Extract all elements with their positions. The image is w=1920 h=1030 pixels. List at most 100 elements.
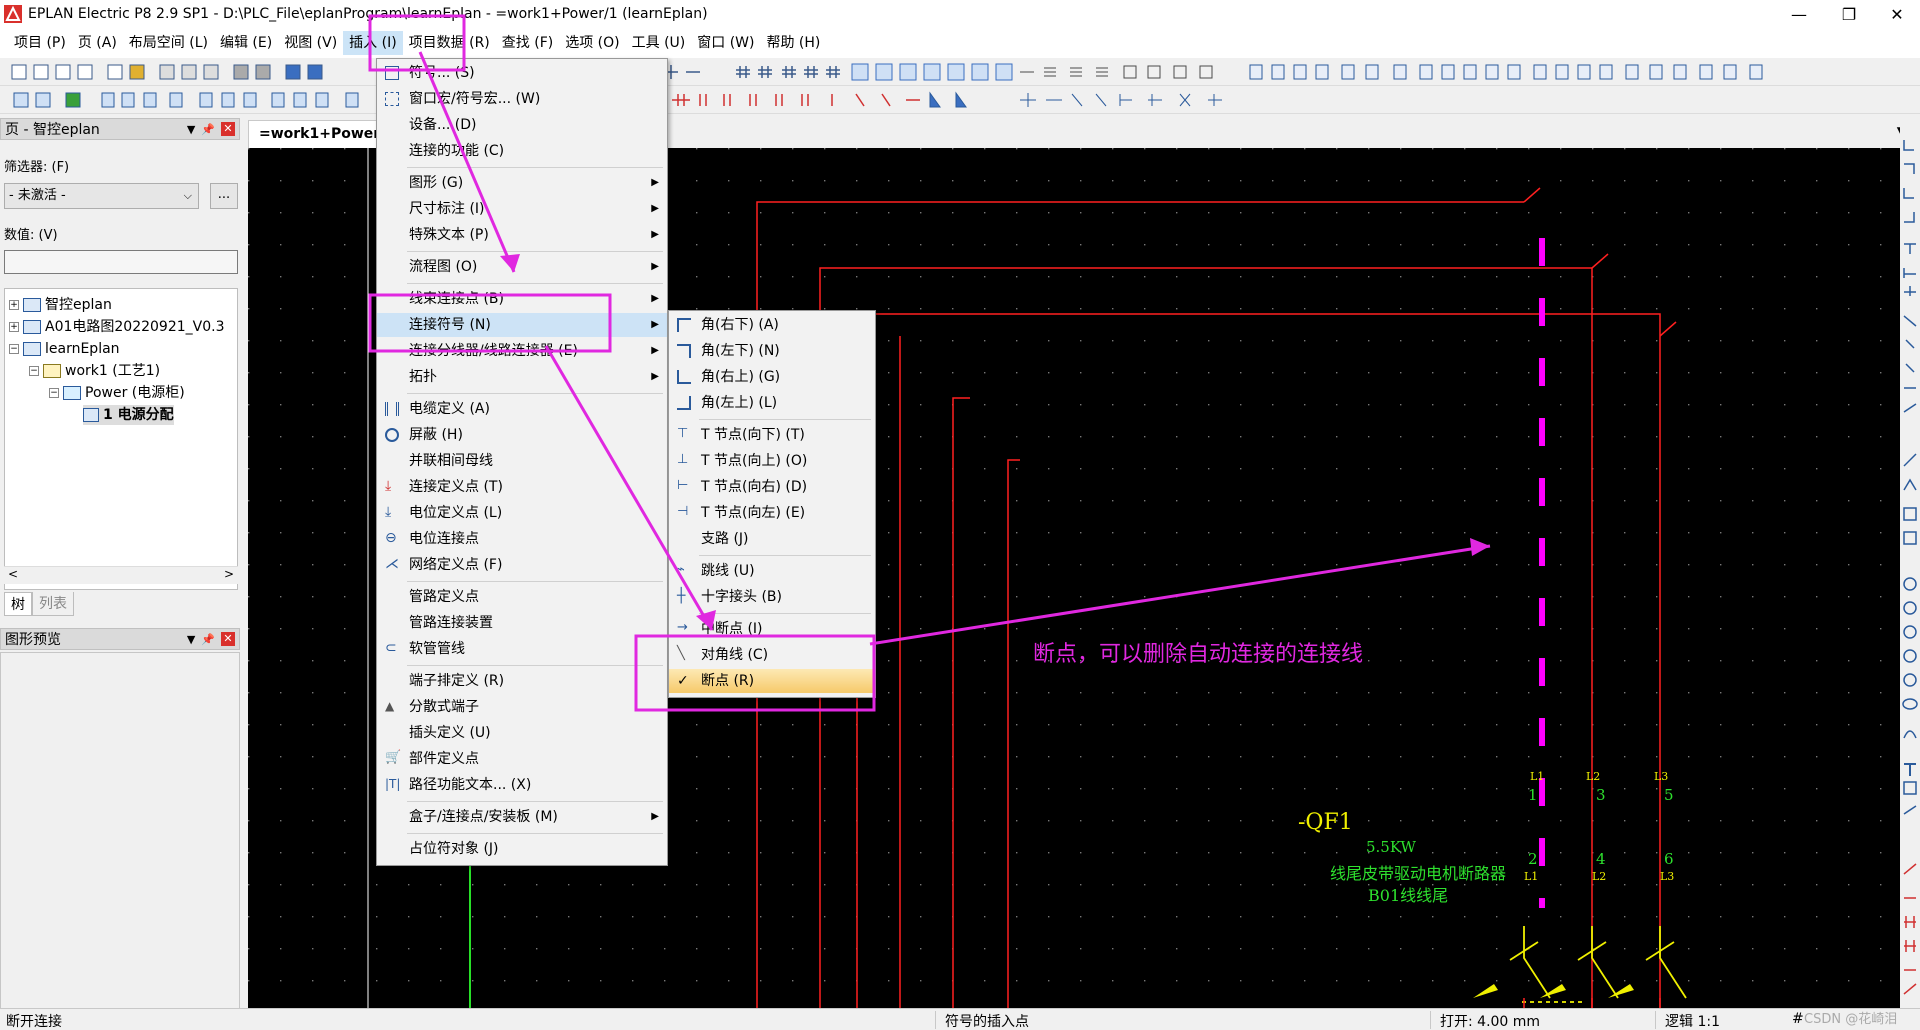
submenu-item-jumper[interactable]: ⌁ 跳线 (U)	[669, 559, 875, 583]
tree-node-power[interactable]: − Power (电源柜)	[49, 383, 185, 403]
tree-node-project-a01[interactable]: + A01电路图20220921_V0.3	[9, 317, 225, 337]
submenu-item-corner-bottom-right[interactable]: 角(右下) (A)	[669, 313, 875, 337]
submenu-item-breakpoint[interactable]: ✓ 断点 (R)	[669, 669, 875, 693]
submenu-item-corner-bottom-left[interactable]: 角(左下) (N)	[669, 339, 875, 363]
menu-tools[interactable]: 工具 (U)	[626, 31, 692, 55]
device-description: 线尾皮带驱动电机断路器	[1330, 864, 1507, 883]
scroll-right-icon[interactable]: >	[224, 567, 234, 584]
menu-item-cable-definition[interactable]: 电缆定义 (A)	[377, 397, 667, 421]
menu-edit[interactable]: 编辑 (E)	[214, 31, 278, 55]
menu-item-placeholder[interactable]: 占位符对象 (J)	[377, 837, 667, 861]
minimize-button[interactable]: —	[1776, 0, 1822, 28]
tree-node-work1[interactable]: − work1 (工艺1)	[29, 361, 160, 381]
menu-item-special-text[interactable]: 特殊文本 (P) ▶	[377, 223, 667, 247]
panel-pin-icon[interactable]: 📌	[201, 123, 215, 136]
main-toolbar-icons[interactable]	[10, 62, 1790, 82]
interruption-icon: →	[677, 620, 688, 635]
menu-item-symbol[interactable]: 符号... (S)	[377, 61, 667, 85]
menu-item-pipe-definition[interactable]: 管路定义点	[377, 585, 667, 609]
submenu-item-cross-joint[interactable]: ┼ 十字接头 (B)	[669, 585, 875, 609]
filter-select[interactable]: - 未激活 - ⌵	[4, 183, 199, 209]
t-node-icon: ⊥	[677, 452, 689, 467]
submenu-item-diagonal[interactable]: ╲ 对角线 (C)	[669, 643, 875, 667]
menu-item-device[interactable]: 设备... (D)	[377, 113, 667, 137]
tab-tree[interactable]: 树	[4, 592, 32, 616]
device-power: 5.5KW	[1366, 838, 1416, 856]
tree-node-page-1[interactable]: 1 电源分配	[83, 405, 174, 425]
menu-item-flowchart[interactable]: 流程图 (O) ▶	[377, 255, 667, 279]
collapse-icon[interactable]: −	[29, 366, 39, 376]
menu-item-connection-symbol[interactable]: 连接符号 (N) ▶	[377, 313, 667, 337]
menu-item-hose[interactable]: ⊂ 软管管线	[377, 637, 667, 661]
collapse-icon[interactable]: −	[49, 388, 59, 398]
value-input[interactable]	[4, 250, 238, 274]
menu-item-plug-definition[interactable]: 插头定义 (U)	[377, 721, 667, 745]
menu-project[interactable]: 项目 (P)	[8, 31, 72, 55]
panel-close-button[interactable]: ✕	[221, 122, 235, 136]
filter-label: 筛选器: (F)	[4, 160, 70, 175]
panel-dropdown-icon[interactable]: ▼	[187, 123, 195, 136]
panel-pin-icon[interactable]: 📌	[201, 633, 215, 646]
scroll-left-icon[interactable]: <	[8, 567, 18, 584]
menu-item-connection-function[interactable]: 连接的功能 (C)	[377, 139, 667, 163]
submenu-item-corner-top-left[interactable]: 角(左上) (L)	[669, 391, 875, 415]
t-node-icon: ⊢	[677, 478, 689, 493]
menu-item-connection-definition[interactable]: ⤓ 连接定义点 (T)	[377, 475, 667, 499]
menu-item-graphic[interactable]: 图形 (G) ▶	[377, 171, 667, 195]
bottom-pin-2: 2	[1528, 850, 1538, 868]
filter-more-button[interactable]: ...	[210, 183, 238, 209]
expand-icon[interactable]: +	[9, 300, 19, 310]
menu-insert[interactable]: 插入 (I)	[343, 31, 403, 55]
menu-item-potential-connection[interactable]: ⊖ 电位连接点	[377, 527, 667, 551]
collapse-icon[interactable]: −	[9, 344, 19, 354]
menu-item-parallel-busbar[interactable]: 并联相间母线	[377, 449, 667, 473]
menu-options[interactable]: 选项 (O)	[559, 31, 625, 55]
page-icon	[83, 408, 99, 422]
menu-item-part-definition[interactable]: 🛒 部件定义点	[377, 747, 667, 771]
symbol-toolbar-icons[interactable]	[10, 90, 1790, 110]
menu-help[interactable]: 帮助 (H)	[760, 31, 826, 55]
submenu-item-corner-top-right[interactable]: 角(右上) (G)	[669, 365, 875, 389]
menu-item-shield[interactable]: 屏蔽 (H)	[377, 423, 667, 447]
corner-icon	[677, 318, 691, 332]
menu-item-terminal-strip[interactable]: 端子排定义 (R)	[377, 669, 667, 693]
menu-view[interactable]: 视图 (V)	[278, 31, 343, 55]
tab-list[interactable]: 列表	[32, 592, 74, 616]
status-separator	[1430, 1011, 1431, 1029]
menu-item-box[interactable]: 盒子/连接点/安装板 (M) ▶	[377, 805, 667, 829]
submenu-item-branch[interactable]: 支路 (J)	[669, 527, 875, 551]
drawing-toolbar[interactable]	[1900, 118, 1920, 1008]
panel-close-button[interactable]: ✕	[221, 632, 235, 646]
menu-item-pipe-connector[interactable]: 管路连接装置	[377, 611, 667, 635]
submenu-item-interruption-point[interactable]: → 中断点 (I)	[669, 617, 875, 641]
menu-project-data[interactable]: 项目数据 (R)	[403, 31, 496, 55]
submenu-item-t-node-up[interactable]: ⊥ T 节点(向上) (O)	[669, 449, 875, 473]
submenu-item-t-node-right[interactable]: ⊢ T 节点(向右) (D)	[669, 475, 875, 499]
menu-item-dimension[interactable]: 尺寸标注 (I) ▶	[377, 197, 667, 221]
menu-item-harness-point[interactable]: 线束连接点 (B) ▶	[377, 287, 667, 311]
menu-item-network-definition[interactable]: ⋌ 网络定义点 (F)	[377, 553, 667, 577]
submenu-item-t-node-left[interactable]: ⊣ T 节点(向左) (E)	[669, 501, 875, 525]
menu-find[interactable]: 查找 (F)	[496, 31, 559, 55]
expand-icon[interactable]: +	[9, 322, 19, 332]
menu-separator	[407, 167, 663, 168]
tree-node-project-learneplan[interactable]: − learnEplan	[9, 339, 120, 359]
graphic-preview-area	[0, 652, 240, 1012]
tree-label: work1 (工艺1)	[65, 363, 161, 379]
maximize-button[interactable]: ❐	[1826, 0, 1872, 28]
menu-layout-space[interactable]: 布局空间 (L)	[123, 31, 214, 55]
menu-item-potential-definition[interactable]: ⤓ 电位定义点 (L)	[377, 501, 667, 525]
menu-item-path-function-text[interactable]: |T| 路径功能文本... (X)	[377, 773, 667, 797]
tree-node-project-zhikong[interactable]: + 智控eplan	[9, 295, 112, 315]
menu-item-distributed-terminal[interactable]: ▲ 分散式端子	[377, 695, 667, 719]
menu-window[interactable]: 窗口 (W)	[691, 31, 760, 55]
tree-horizontal-scrollbar[interactable]: < >	[4, 566, 238, 584]
menu-item-splitter[interactable]: 连接分线器/线路连接器 (E) ▶	[377, 339, 667, 363]
menu-item-window-macro[interactable]: 窗口宏/符号宏... (W)	[377, 87, 667, 111]
submenu-item-t-node-down[interactable]: ⊤ T 节点(向下) (T)	[669, 423, 875, 447]
menu-item-topology[interactable]: 拓扑 ▶	[377, 365, 667, 389]
close-button[interactable]: ✕	[1874, 0, 1920, 28]
device-tag[interactable]: -QF1	[1298, 810, 1353, 835]
menu-page[interactable]: 页 (A)	[72, 31, 123, 55]
panel-dropdown-icon[interactable]: ▼	[187, 633, 195, 646]
